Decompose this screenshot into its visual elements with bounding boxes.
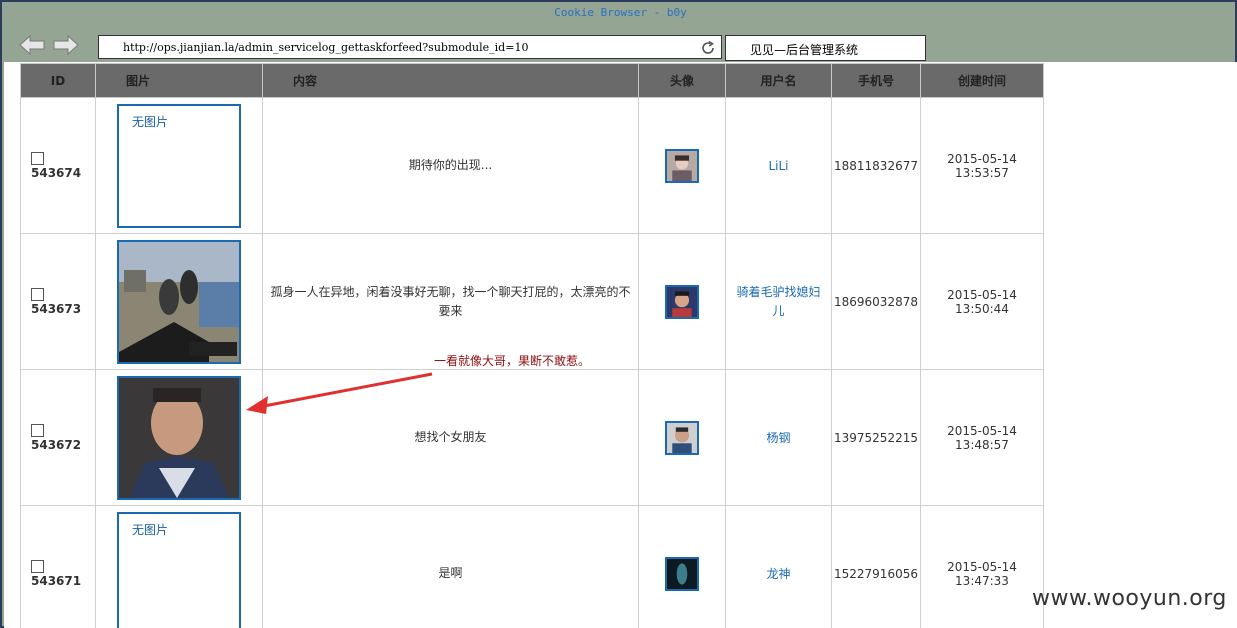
column-header: 手机号	[831, 63, 921, 98]
created-time: 13:53:57	[955, 165, 1009, 180]
row-checkbox[interactable]	[31, 287, 44, 301]
address-bar[interactable]: http://ops.jianjian.la/admin_servicelog_…	[98, 35, 722, 59]
column-header: ID	[20, 63, 96, 98]
avatar-photo-icon	[667, 286, 697, 317]
avatar-cell	[638, 233, 726, 370]
avatar-cell	[638, 505, 726, 628]
image-cell: 无图片	[95, 97, 263, 234]
avatar[interactable]	[665, 148, 699, 183]
created-date: 2015-05-14	[947, 423, 1017, 438]
post-image[interactable]	[117, 239, 241, 364]
no-image-label: 无图片	[132, 114, 169, 129]
browser-window: Cookie Browser - b0y http://ops.jianjian…	[0, 0, 1237, 628]
red-arrow-icon	[246, 372, 433, 414]
username-link[interactable]: 骑着毛驴找媳妇儿	[734, 283, 824, 321]
created-time: 13:50:44	[955, 301, 1009, 316]
created-date: 2015-05-14	[947, 559, 1017, 574]
reload-icon[interactable]	[700, 40, 716, 56]
username-cell: 骑着毛驴找媳妇儿	[725, 233, 832, 370]
avatar-photo-icon	[667, 422, 697, 453]
row-checkbox[interactable]	[31, 151, 44, 165]
avatar[interactable]	[665, 420, 699, 455]
avatar[interactable]	[665, 556, 699, 591]
no-image-label: 无图片	[132, 522, 169, 537]
row-checkbox[interactable]	[31, 423, 44, 437]
content-cell: 期待你的出现...	[262, 97, 639, 234]
post-content: 是啊	[438, 566, 463, 580]
watermark: www.wooyun.org	[1032, 586, 1227, 611]
username-cell: LiLi	[725, 97, 832, 234]
image-cell	[95, 233, 263, 370]
avatar-cell	[638, 97, 726, 234]
username-cell: 杨钢	[725, 369, 832, 506]
created-time: 13:47:33	[955, 573, 1009, 588]
row-id: 543673	[31, 301, 82, 316]
avatar-photo-icon	[667, 150, 697, 181]
page-title-box: 见见—后台管理系统	[725, 35, 926, 61]
date-cell: 2015-05-14 13:53:57	[920, 97, 1044, 234]
post-content: 期待你的出现...	[408, 158, 493, 172]
avatar[interactable]	[665, 284, 699, 319]
post-image[interactable]: 无图片	[117, 103, 241, 228]
username-link[interactable]: 杨钢	[766, 431, 790, 445]
table-row: 543674 无图片 期待你的出现... LiLi 18811832677 20…	[20, 97, 1044, 234]
id-cell: 543671	[20, 505, 96, 628]
id-cell: 543674	[20, 97, 96, 234]
phone-cell: 18811832677	[831, 97, 921, 234]
date-cell: 2015-05-14 13:48:57	[920, 369, 1044, 506]
created-time: 13:48:57	[955, 437, 1009, 452]
image-cell: 无图片	[95, 505, 263, 628]
table-row: 543672 想找个女朋友 杨钢 13975252215 2015-05-14 …	[20, 369, 1044, 506]
column-header: 内容	[262, 63, 639, 98]
avatar-cell	[638, 369, 726, 506]
phone-cell: 15227916056	[831, 505, 921, 628]
created-date: 2015-05-14	[947, 151, 1017, 166]
column-header: 头像	[638, 63, 726, 98]
phone-cell: 18696032878	[831, 233, 921, 370]
row-id: 543674	[31, 165, 82, 180]
url-text: http://ops.jianjian.la/admin_servicelog_…	[123, 41, 529, 54]
back-button[interactable]	[18, 33, 46, 57]
username-link[interactable]: LiLi	[768, 159, 788, 173]
page-title: 见见—后台管理系统	[750, 43, 859, 57]
column-header: 图片	[95, 63, 263, 98]
username-cell: 龙神	[725, 505, 832, 628]
table-row: 543671 无图片 是啊 龙神 15227916056 2015-05-14 1…	[20, 505, 1044, 628]
post-content: 想找个女朋友	[414, 430, 487, 444]
annotation-text: 一看就像大哥，果断不敢惹。	[434, 354, 591, 368]
forward-button[interactable]	[52, 33, 80, 57]
avatar-photo-icon	[667, 558, 697, 589]
username-link[interactable]: 龙神	[766, 567, 790, 581]
column-header: 创建时间	[920, 63, 1044, 98]
post-image[interactable]	[117, 375, 241, 500]
arrow-right-icon	[53, 34, 79, 56]
row-checkbox[interactable]	[31, 559, 44, 573]
row-id: 543672	[31, 437, 82, 452]
image-cell	[95, 369, 263, 506]
arrow-left-icon	[19, 34, 45, 56]
post-image[interactable]: 无图片	[117, 511, 241, 628]
window-title: Cookie Browser - b0y	[554, 6, 687, 19]
page-content: ID 图片 内容 头像 用户名 手机号 创建时间 543674 无图片 期待你的…	[4, 62, 1237, 628]
created-date: 2015-05-14	[947, 287, 1017, 302]
row-id: 543671	[31, 573, 82, 588]
id-cell: 543672	[20, 369, 96, 506]
content-cell: 是啊	[262, 505, 639, 628]
date-cell: 2015-05-14 13:50:44	[920, 233, 1044, 370]
feet-photo-icon	[119, 241, 239, 362]
date-cell: 2015-05-14 13:47:33	[920, 505, 1044, 628]
portrait-photo-icon	[119, 377, 239, 498]
column-header: 用户名	[725, 63, 832, 98]
task-feed-table: ID 图片 内容 头像 用户名 手机号 创建时间 543674 无图片 期待你的…	[20, 63, 1044, 628]
post-content: 孤身一人在异地，闲着没事好无聊，找一个聊天打屁的，太漂亮的不要来	[270, 284, 631, 318]
content-cell: 孤身一人在异地，闲着没事好无聊，找一个聊天打屁的，太漂亮的不要来	[262, 233, 639, 370]
table-header-row: ID 图片 内容 头像 用户名 手机号 创建时间	[20, 63, 1044, 98]
table-row: 543673 孤身一人在异地，闲着没事好无聊，找一个聊天打屁的，太漂亮的不要来 …	[20, 233, 1044, 370]
phone-cell: 13975252215	[831, 369, 921, 506]
id-cell: 543673	[20, 233, 96, 370]
